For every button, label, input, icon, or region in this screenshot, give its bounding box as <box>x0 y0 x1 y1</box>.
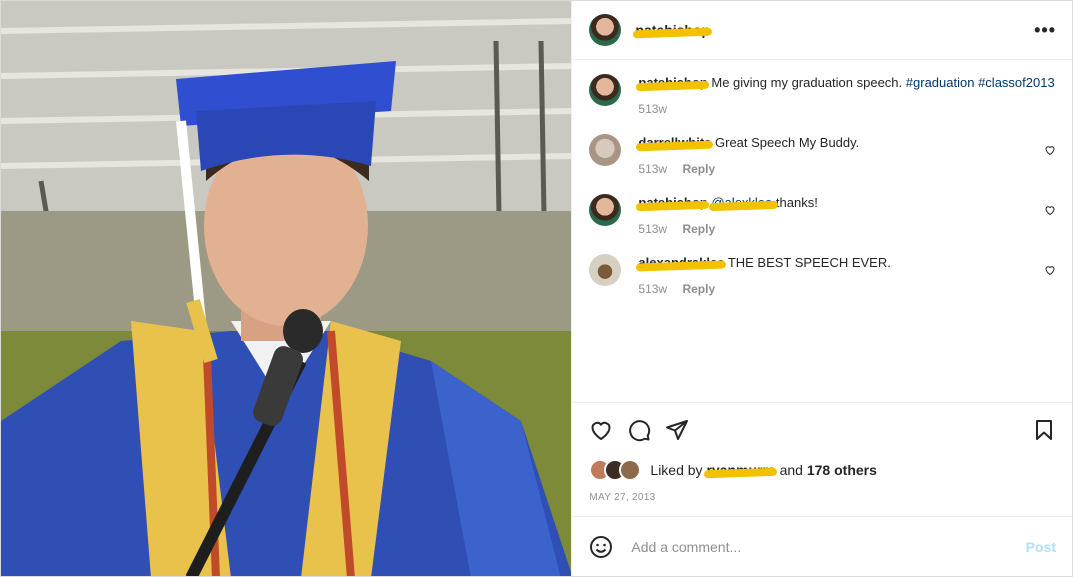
more-options-button[interactable]: ••• <box>1034 20 1056 41</box>
author-avatar[interactable] <box>589 14 622 46</box>
hashtag-classof2013[interactable]: #classof2013 <box>978 75 1055 90</box>
comment-item: alexandraklee THE BEST SPEECH EVER. 513w… <box>589 254 1056 298</box>
commenter-avatar[interactable] <box>589 194 622 226</box>
author-username[interactable]: patebishop <box>633 22 713 39</box>
action-icons-row <box>589 415 1056 445</box>
reply-button[interactable]: Reply <box>682 222 715 236</box>
likes-summary: Liked by ryanmurra and 178 others <box>589 459 1056 481</box>
comment-meta: 513w Reply <box>638 280 1056 298</box>
comment-text: thanks! <box>775 195 818 210</box>
likes-connector: and <box>779 462 803 478</box>
liker-avatar <box>619 459 642 481</box>
comment-time[interactable]: 513w <box>638 282 667 296</box>
emoji-icon[interactable] <box>589 535 613 559</box>
comment-body: darrellwhite Great Speech My Buddy. 513w… <box>636 134 1056 178</box>
comment-time[interactable]: 513w <box>638 162 667 176</box>
commenter-username[interactable]: darrellwhite <box>636 134 714 152</box>
comment-like-heart-icon[interactable] <box>1044 264 1056 276</box>
post-comment-button[interactable]: Post <box>1026 539 1056 555</box>
comment-meta: 513w Reply <box>638 220 1056 238</box>
comment-text: THE BEST SPEECH EVER. <box>727 255 891 270</box>
comment-like-heart-icon[interactable] <box>1044 144 1056 156</box>
heart-icon[interactable] <box>589 418 613 442</box>
caption: patebishop Me giving my graduation speec… <box>589 74 1056 118</box>
comment-item: patebishop @alexklee thanks! 513w Reply <box>589 194 1056 238</box>
commenter-avatar[interactable] <box>589 134 622 166</box>
reply-button[interactable]: Reply <box>682 162 715 176</box>
likes-text: Liked by ryanmurra and 178 others <box>650 462 877 479</box>
post-date[interactable]: MAY 27, 2013 <box>589 492 1056 503</box>
reply-button[interactable]: Reply <box>682 282 715 296</box>
caption-body: patebishop Me giving my graduation speec… <box>636 74 1056 118</box>
caption-meta: 513w <box>638 100 1056 118</box>
commenter-avatar[interactable] <box>589 254 622 286</box>
hashtag-graduation[interactable]: #graduation <box>906 75 975 90</box>
caption-avatar[interactable] <box>589 74 622 106</box>
add-comment-bar: Post <box>572 516 1072 576</box>
comment-body: patebishop @alexklee thanks! 513w Reply <box>636 194 1056 238</box>
comment-item: darrellwhite Great Speech My Buddy. 513w… <box>589 134 1056 178</box>
commenter-username[interactable]: alexandraklee <box>636 254 727 272</box>
comment-text: Great Speech My Buddy. <box>715 135 860 150</box>
comment-meta: 513w Reply <box>638 160 1056 178</box>
post-header: patebishop ••• <box>572 1 1072 60</box>
bookmark-icon[interactable] <box>1032 418 1056 442</box>
comments-list: patebishop Me giving my graduation speec… <box>572 60 1072 402</box>
post-photo <box>1 1 572 576</box>
add-comment-input[interactable] <box>629 537 1026 556</box>
share-icon[interactable] <box>665 418 689 442</box>
comment-time[interactable]: 513w <box>638 222 667 236</box>
graduation-photo-illustration <box>1 1 572 576</box>
commenter-username[interactable]: patebishop <box>636 194 710 212</box>
comment-icon[interactable] <box>627 418 651 442</box>
comment-body: alexandraklee THE BEST SPEECH EVER. 513w… <box>636 254 1056 298</box>
post-actions: Liked by ryanmurra and 178 others MAY 27… <box>572 402 1072 516</box>
liked-by-user[interactable]: ryanmurra <box>704 462 778 479</box>
likes-others-link[interactable]: 178 others <box>807 462 877 478</box>
post-side-panel: patebishop ••• patebishop Me giving my g… <box>571 1 1072 576</box>
likes-prefix: Liked by <box>650 462 703 478</box>
comment-mention[interactable]: @alexklee <box>709 195 779 211</box>
post-dialog: patebishop ••• patebishop Me giving my g… <box>0 0 1073 577</box>
comment-like-heart-icon[interactable] <box>1044 204 1056 216</box>
caption-text: Me giving my graduation speech. <box>711 75 903 90</box>
caption-time[interactable]: 513w <box>638 102 667 116</box>
caption-username[interactable]: patebishop <box>636 74 710 92</box>
